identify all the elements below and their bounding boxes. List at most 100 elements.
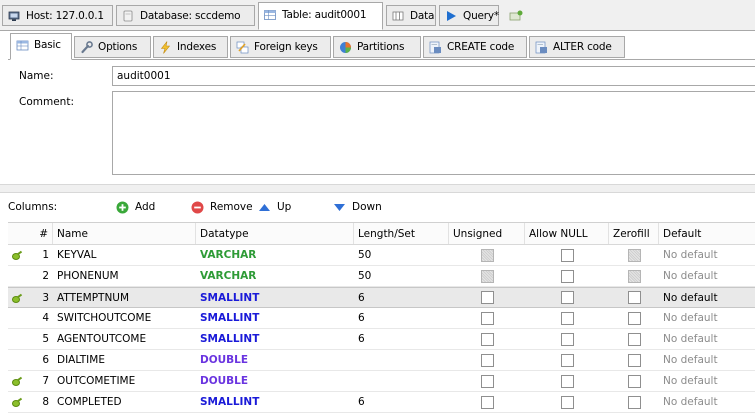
header-unsigned[interactable]: Unsigned <box>449 223 525 244</box>
comment-textarea[interactable] <box>112 91 755 175</box>
zerofill-checkbox[interactable] <box>627 269 641 283</box>
unsigned-checkbox[interactable] <box>480 353 494 367</box>
length-cell[interactable] <box>354 371 449 391</box>
tab-alter-code[interactable]: ALTER code <box>529 36 625 58</box>
tab-host[interactable]: Host: 127.0.0.1 <box>2 5 113 26</box>
unsigned-cell[interactable] <box>449 245 525 265</box>
move-down-button[interactable]: Down <box>333 198 382 216</box>
length-cell[interactable]: 6 <box>354 329 449 349</box>
default-cell[interactable]: No default <box>659 392 755 412</box>
unsigned-cell[interactable] <box>449 371 525 391</box>
allow-null-cell[interactable] <box>525 392 609 412</box>
allow-null-checkbox[interactable] <box>560 248 574 262</box>
length-cell[interactable]: 6 <box>354 392 449 412</box>
unsigned-cell[interactable] <box>449 266 525 286</box>
zerofill-cell[interactable] <box>609 329 659 349</box>
datatype-cell[interactable]: SMALLINT <box>196 288 354 307</box>
datatype-cell[interactable]: VARCHAR <box>196 245 354 265</box>
default-cell[interactable]: No default <box>659 288 755 307</box>
table-row[interactable]: 6 DIALTIME DOUBLE No default <box>8 350 755 371</box>
default-cell[interactable]: No default <box>659 308 755 328</box>
allow-null-cell[interactable] <box>525 308 609 328</box>
default-cell[interactable]: No default <box>659 350 755 370</box>
allow-null-checkbox[interactable] <box>560 395 574 409</box>
zerofill-checkbox[interactable] <box>627 248 641 262</box>
unsigned-checkbox[interactable] <box>480 291 494 304</box>
tab-data[interactable]: Data <box>386 5 436 26</box>
length-cell[interactable]: 6 <box>354 308 449 328</box>
allow-null-cell[interactable] <box>525 350 609 370</box>
allow-null-checkbox[interactable] <box>560 291 574 304</box>
zerofill-checkbox[interactable] <box>627 291 641 304</box>
header-length[interactable]: Length/Set <box>354 223 449 244</box>
unsigned-checkbox[interactable] <box>480 269 494 283</box>
zerofill-cell[interactable] <box>609 245 659 265</box>
move-up-button[interactable]: Up <box>258 198 291 216</box>
unsigned-cell[interactable] <box>449 308 525 328</box>
tab-foreign-keys[interactable]: Foreign keys <box>230 36 331 58</box>
tab-table[interactable]: Table: audit0001 <box>258 2 383 30</box>
datatype-cell[interactable]: SMALLINT <box>196 308 354 328</box>
column-name-cell[interactable]: COMPLETED <box>53 392 196 412</box>
column-name-cell[interactable]: AGENTOUTCOME <box>53 329 196 349</box>
column-name-cell[interactable]: ATTEMPTNUM <box>53 288 196 307</box>
unsigned-checkbox[interactable] <box>480 248 494 262</box>
remove-column-button[interactable]: Remove <box>191 198 253 216</box>
new-query-tab-button[interactable] <box>503 6 527 26</box>
column-name-cell[interactable]: PHONENUM <box>53 266 196 286</box>
unsigned-checkbox[interactable] <box>480 395 494 409</box>
table-row[interactable]: 5 AGENTOUTCOME SMALLINT 6 No default <box>8 329 755 350</box>
header-datatype[interactable]: Datatype <box>196 223 354 244</box>
tab-query[interactable]: Query* <box>439 5 499 26</box>
zerofill-cell[interactable] <box>609 371 659 391</box>
allow-null-checkbox[interactable] <box>560 311 574 325</box>
allow-null-cell[interactable] <box>525 266 609 286</box>
tab-create-code[interactable]: CREATE code <box>423 36 527 58</box>
datatype-cell[interactable]: DOUBLE <box>196 350 354 370</box>
tab-options[interactable]: Options <box>74 36 151 58</box>
default-cell[interactable]: No default <box>659 245 755 265</box>
table-row[interactable]: 7 OUTCOMETIME DOUBLE No default <box>8 371 755 392</box>
allow-null-checkbox[interactable] <box>560 269 574 283</box>
zerofill-cell[interactable] <box>609 350 659 370</box>
table-row[interactable]: 4 SWITCHOUTCOME SMALLINT 6 No default <box>8 308 755 329</box>
length-cell[interactable]: 6 <box>354 288 449 307</box>
add-column-button[interactable]: Add <box>116 198 155 216</box>
unsigned-checkbox[interactable] <box>480 311 494 325</box>
table-name-input[interactable] <box>112 66 755 86</box>
default-cell[interactable]: No default <box>659 371 755 391</box>
allow-null-cell[interactable] <box>525 329 609 349</box>
column-name-cell[interactable]: KEYVAL <box>53 245 196 265</box>
column-name-cell[interactable]: SWITCHOUTCOME <box>53 308 196 328</box>
datatype-cell[interactable]: VARCHAR <box>196 266 354 286</box>
zerofill-checkbox[interactable] <box>627 395 641 409</box>
zerofill-checkbox[interactable] <box>627 311 641 325</box>
table-row[interactable]: 2 PHONENUM VARCHAR 50 No default <box>8 266 755 287</box>
tab-basic[interactable]: Basic <box>10 33 72 60</box>
unsigned-cell[interactable] <box>449 350 525 370</box>
zerofill-cell[interactable] <box>609 288 659 307</box>
zerofill-cell[interactable] <box>609 392 659 412</box>
default-cell[interactable]: No default <box>659 329 755 349</box>
table-row[interactable]: 1 KEYVAL VARCHAR 50 No default <box>8 245 755 266</box>
header-name[interactable]: Name <box>53 223 196 244</box>
splitter[interactable] <box>0 184 755 193</box>
table-row[interactable]: 3 ATTEMPTNUM SMALLINT 6 No default <box>8 287 755 308</box>
header-zerofill[interactable]: Zerofill <box>609 223 659 244</box>
column-name-cell[interactable]: OUTCOMETIME <box>53 371 196 391</box>
header-num[interactable]: # <box>8 223 53 244</box>
allow-null-checkbox[interactable] <box>560 353 574 367</box>
length-cell[interactable] <box>354 350 449 370</box>
zerofill-checkbox[interactable] <box>627 353 641 367</box>
zerofill-checkbox[interactable] <box>627 332 641 346</box>
column-name-cell[interactable]: DIALTIME <box>53 350 196 370</box>
length-cell[interactable]: 50 <box>354 266 449 286</box>
zerofill-cell[interactable] <box>609 308 659 328</box>
zerofill-cell[interactable] <box>609 266 659 286</box>
zerofill-checkbox[interactable] <box>627 374 641 388</box>
datatype-cell[interactable]: DOUBLE <box>196 371 354 391</box>
length-cell[interactable]: 50 <box>354 245 449 265</box>
header-allow-null[interactable]: Allow NULL <box>525 223 609 244</box>
allow-null-checkbox[interactable] <box>560 374 574 388</box>
datatype-cell[interactable]: SMALLINT <box>196 392 354 412</box>
